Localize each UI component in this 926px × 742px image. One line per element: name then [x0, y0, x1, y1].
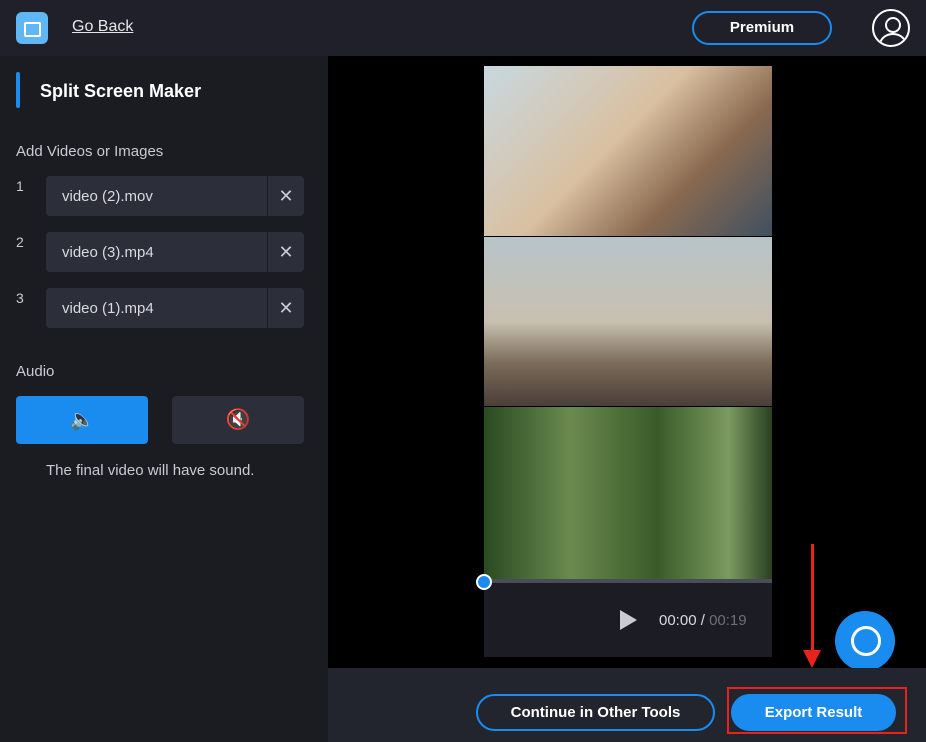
add-media-label: Add Videos or Images [16, 143, 164, 160]
play-icon[interactable] [620, 610, 637, 630]
speaker-icon: 🔈 [69, 409, 95, 431]
remove-file-button[interactable]: ✕ [267, 176, 304, 216]
file-item[interactable]: video (2).mov ✕ [46, 176, 304, 216]
title-accent-bar [16, 72, 20, 108]
app-logo-icon[interactable] [16, 12, 48, 44]
premium-button[interactable]: Premium [692, 11, 832, 45]
duration: 00:19 [709, 612, 747, 629]
go-back-link[interactable]: Go Back [72, 18, 133, 36]
page-title: Split Screen Maker [40, 81, 202, 101]
file-name: video (3).mp4 [62, 244, 154, 261]
video-frame-2 [484, 237, 772, 406]
continue-other-tools-button[interactable]: Continue in Other Tools [476, 694, 715, 731]
file-name: video (2).mov [62, 188, 153, 205]
file-name: video (1).mp4 [62, 300, 154, 317]
chat-support-icon[interactable] [835, 611, 895, 671]
video-frame-1 [484, 66, 772, 236]
current-time: 00:00 [659, 612, 697, 629]
file-item[interactable]: video (3).mp4 ✕ [46, 232, 304, 272]
speaker-muted-icon: 🔇 [225, 409, 251, 431]
audio-label: Audio [16, 363, 55, 380]
audio-note: The final video will have sound. [46, 462, 255, 479]
time-separator: / [696, 612, 710, 629]
time-display: 00:00 / 00:19 [659, 612, 747, 629]
remove-file-button[interactable]: ✕ [267, 288, 304, 328]
seek-bar[interactable] [484, 579, 772, 583]
video-frame-3 [484, 407, 772, 579]
highlight-box [727, 687, 907, 734]
file-item[interactable]: video (1).mp4 ✕ [46, 288, 304, 328]
sound-on-button[interactable]: 🔈 [16, 396, 148, 444]
file-index: 1 [16, 178, 24, 194]
file-index: 2 [16, 234, 24, 250]
file-index: 3 [16, 290, 24, 306]
arrow-head-icon [803, 650, 821, 668]
remove-file-button[interactable]: ✕ [267, 232, 304, 272]
annotation-arrow [811, 544, 814, 654]
seek-handle[interactable] [476, 574, 492, 590]
mute-button[interactable]: 🔇 [172, 396, 304, 444]
user-avatar-icon[interactable] [872, 9, 910, 47]
